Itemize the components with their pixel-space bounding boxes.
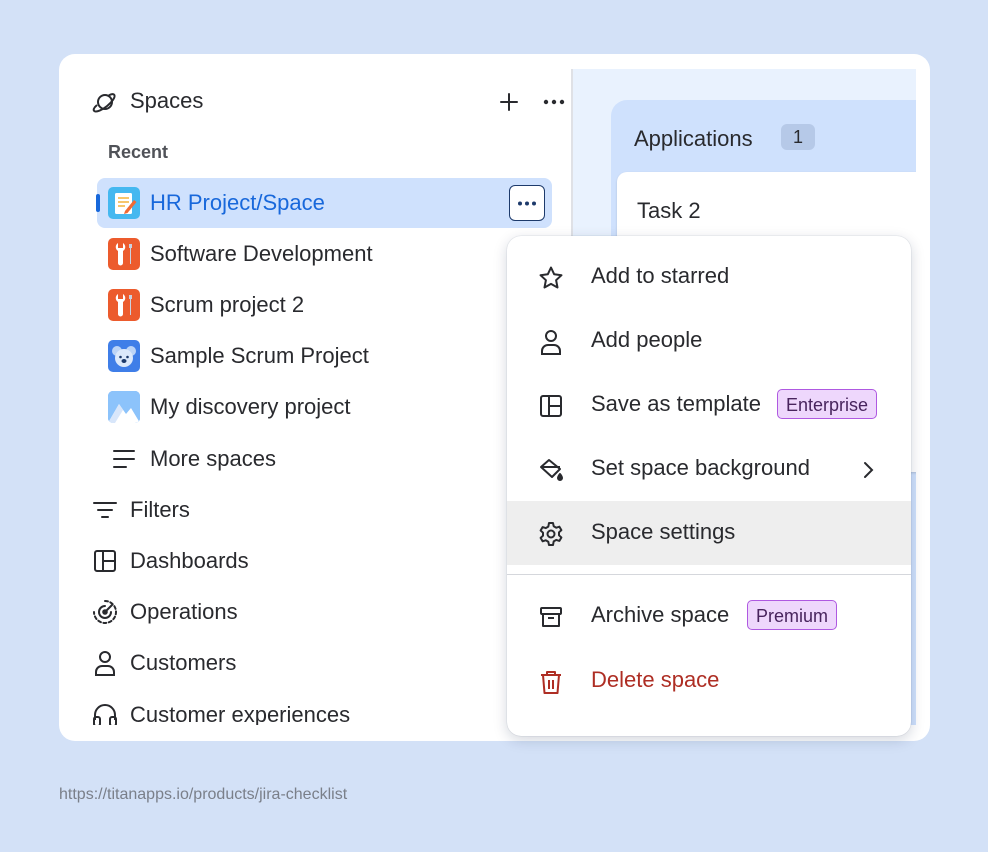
menu-item-save-as-template[interactable]: Save as template Enterprise xyxy=(507,373,911,437)
project-item-sample-scrum[interactable]: Sample Scrum Project xyxy=(97,331,552,381)
menu-item-space-settings[interactable]: Space settings xyxy=(507,501,911,565)
project-item-hr[interactable]: HR Project/Space xyxy=(96,178,552,228)
more-spaces-item[interactable]: More spaces xyxy=(97,434,552,484)
nav-label: Customers xyxy=(130,650,237,675)
project-item-scrum-project-2[interactable]: Scrum project 2 xyxy=(97,280,552,330)
project-name: Software Development xyxy=(150,241,373,266)
dashboard-icon xyxy=(91,547,119,575)
selection-indicator xyxy=(96,194,100,212)
headphones-icon xyxy=(91,701,119,725)
nav-label: Dashboards xyxy=(130,548,249,573)
operations-icon xyxy=(91,598,119,626)
trash-icon xyxy=(538,669,564,695)
koala-icon xyxy=(108,340,140,372)
archive-icon xyxy=(538,604,564,630)
star-icon xyxy=(538,265,564,291)
menu-item-delete-space[interactable]: Delete space xyxy=(507,649,911,713)
menu-item-label: Archive space xyxy=(591,602,730,627)
spaces-header: Spaces xyxy=(91,84,565,120)
menu-item-label: Add to starred xyxy=(591,263,730,288)
nav-item-dashboards[interactable]: Dashboards xyxy=(91,536,546,586)
mountain-icon xyxy=(108,391,140,423)
column-count-badge: 1 xyxy=(781,124,815,150)
nav-item-filters[interactable]: Filters xyxy=(91,485,546,535)
footer-url: https://titanapps.io/products/jira-check… xyxy=(59,786,348,803)
filter-icon xyxy=(91,496,119,524)
space-actions-menu: Add to starred Add people Save as templa… xyxy=(507,236,911,736)
chevron-right-icon xyxy=(855,457,881,483)
project-name: Scrum project 2 xyxy=(150,292,305,317)
menu-item-set-space-background[interactable]: Set space background xyxy=(507,437,911,501)
add-space-plus-icon[interactable] xyxy=(497,90,521,114)
menu-divider xyxy=(507,574,911,575)
column-title: Applications xyxy=(634,126,753,151)
menu-item-label: Space settings xyxy=(591,519,736,544)
project-item-my-discovery[interactable]: My discovery project xyxy=(97,382,552,432)
wrench-screwdriver-icon xyxy=(108,238,140,270)
spaces-more-icon[interactable] xyxy=(541,90,567,114)
gear-icon xyxy=(538,521,564,547)
nav-item-customers[interactable]: Customers xyxy=(91,638,546,688)
nav-label: Operations xyxy=(130,599,238,624)
wrench-screwdriver-icon xyxy=(108,289,140,321)
template-icon xyxy=(538,393,564,419)
more-spaces-label: More spaces xyxy=(150,446,276,471)
menu-item-label: Delete space xyxy=(591,667,720,692)
list-lines-icon xyxy=(108,443,140,475)
nav-item-operations[interactable]: Operations xyxy=(91,587,546,637)
paint-bucket-icon xyxy=(538,457,564,483)
task-title: Task 2 xyxy=(637,198,701,223)
project-more-button[interactable] xyxy=(509,185,545,221)
project-name: My discovery project xyxy=(150,394,351,419)
recent-label: Recent xyxy=(108,142,169,162)
nav-label: Filters xyxy=(130,497,190,522)
person-icon xyxy=(538,329,564,355)
spaces-title: Spaces xyxy=(130,88,204,113)
project-item-software-development[interactable]: Software Development xyxy=(97,229,552,279)
menu-item-archive-space[interactable]: Archive space Premium xyxy=(507,584,911,648)
notepad-pencil-icon xyxy=(108,187,140,219)
premium-badge: Premium xyxy=(747,600,838,630)
menu-item-add-to-starred[interactable]: Add to starred xyxy=(507,245,911,309)
person-icon xyxy=(91,649,119,677)
sidebar: Spaces Recent HR Project/Space Software … xyxy=(59,54,571,725)
project-name: HR Project/Space xyxy=(150,190,325,215)
menu-item-label: Save as template xyxy=(591,391,761,416)
menu-item-add-people[interactable]: Add people xyxy=(507,309,911,373)
menu-item-label: Set space background xyxy=(591,455,810,480)
nav-label: Customer experiences xyxy=(130,702,351,725)
planet-icon xyxy=(91,88,119,116)
nav-item-customer-experiences[interactable]: Customer experiences xyxy=(91,690,546,725)
menu-item-label: Add people xyxy=(591,327,703,352)
enterprise-badge: Enterprise xyxy=(777,389,878,419)
project-name: Sample Scrum Project xyxy=(150,343,369,368)
